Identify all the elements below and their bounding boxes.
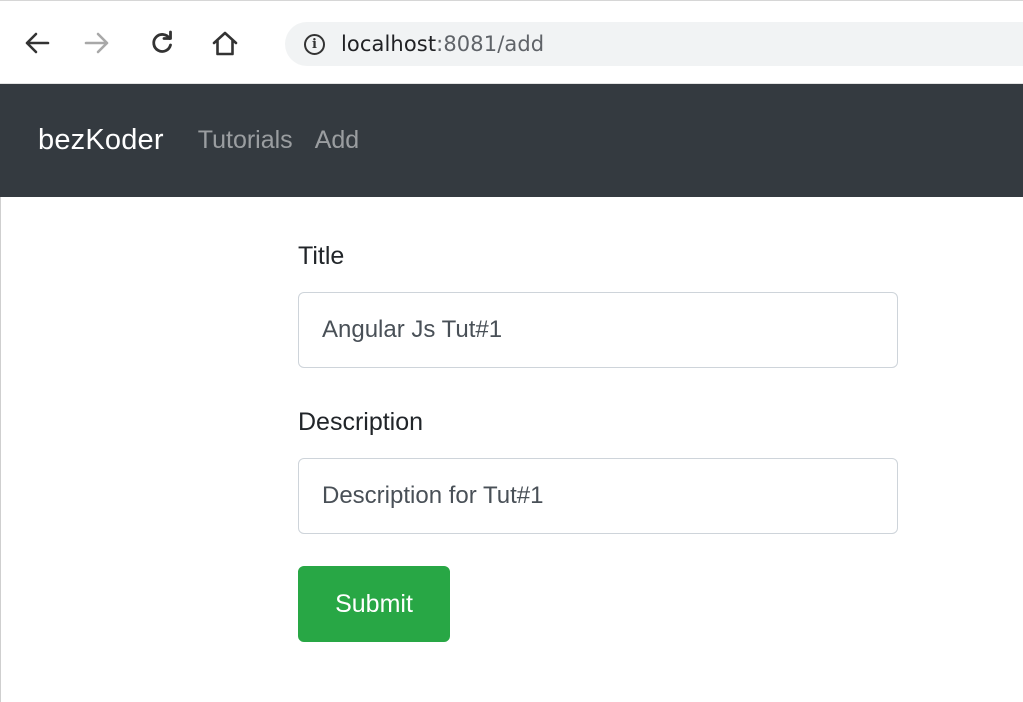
address-bar[interactable]: i localhost:8081/add xyxy=(285,22,1023,66)
reload-icon xyxy=(152,30,172,53)
home-icon xyxy=(212,31,238,56)
url-host: localhost xyxy=(341,32,437,56)
add-tutorial-form: Title Description Submit xyxy=(298,238,898,642)
home-button[interactable] xyxy=(206,23,244,63)
arrow-left-icon xyxy=(25,32,50,54)
description-label: Description xyxy=(298,408,424,436)
reload-button[interactable] xyxy=(143,23,181,63)
title-input[interactable] xyxy=(298,292,898,368)
app-navbar: bezKoder Tutorials Add xyxy=(0,84,1023,197)
arrow-right-icon xyxy=(84,32,109,54)
title-group: Title xyxy=(298,238,898,368)
nav-link-tutorials[interactable]: Tutorials xyxy=(198,126,293,155)
description-group: Description xyxy=(298,404,898,534)
title-label: Title xyxy=(298,242,345,270)
forward-button[interactable] xyxy=(78,23,116,63)
back-button[interactable] xyxy=(18,23,56,63)
url-path: :8081/add xyxy=(436,32,545,56)
url-text[interactable]: localhost:8081/add xyxy=(341,32,544,56)
nav-link-add[interactable]: Add xyxy=(315,126,359,155)
browser-toolbar: i localhost:8081/add xyxy=(0,0,1023,84)
submit-button[interactable]: Submit xyxy=(298,566,450,642)
description-input[interactable] xyxy=(298,458,898,534)
info-icon[interactable]: i xyxy=(304,33,325,55)
brand-link[interactable]: bezKoder xyxy=(38,124,164,157)
